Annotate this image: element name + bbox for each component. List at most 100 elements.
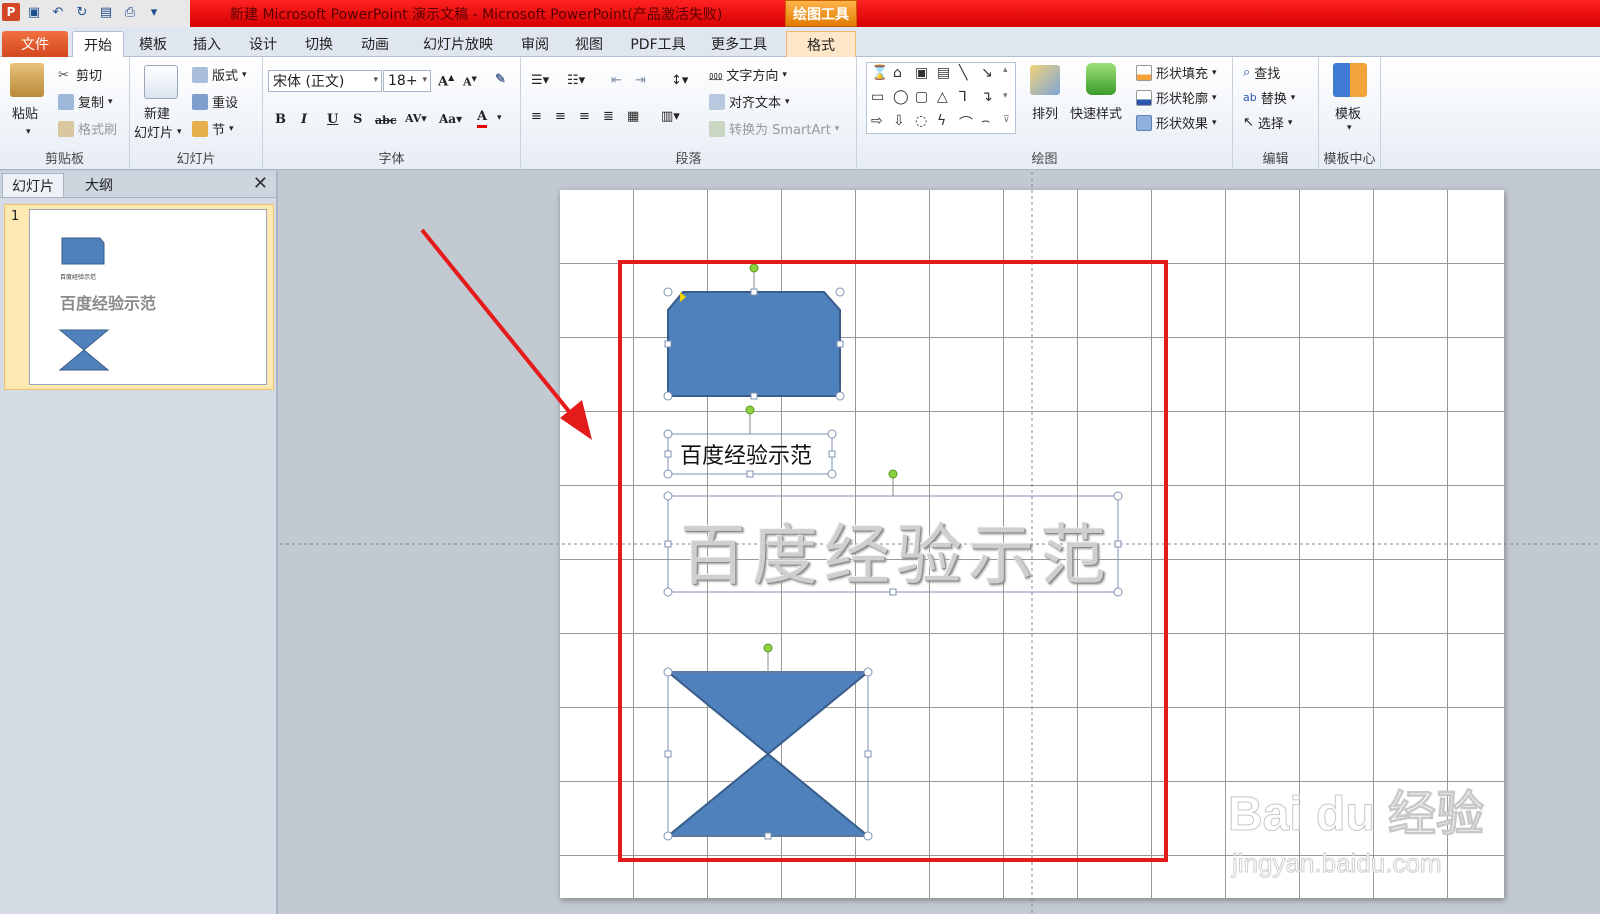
bullets-icon[interactable]: ☰▾ — [531, 73, 549, 88]
shape-oval-icon[interactable]: ◯ — [893, 89, 909, 105]
shape-rounded-rectangle-icon[interactable]: ▢ — [915, 89, 928, 105]
align-right-icon[interactable]: ≡ — [579, 109, 590, 124]
shape-lightning-icon[interactable]: ϟ — [937, 113, 946, 129]
tab-review[interactable]: 审阅 — [512, 31, 558, 57]
font-name-select[interactable]: 宋体 (正文) ▾ — [268, 70, 382, 92]
find-button[interactable]: ⌕ 查找 — [1243, 63, 1280, 82]
cut-button[interactable]: ✂ 剪切 — [58, 65, 102, 85]
new-slide-qat-icon[interactable]: ▤ — [96, 2, 116, 22]
template-dropdown-icon[interactable]: ▾ — [1347, 123, 1352, 133]
reset-button[interactable]: 重设 — [192, 92, 238, 111]
increase-indent-icon[interactable]: ⇥ — [635, 73, 646, 88]
save-icon[interactable]: ▣ — [24, 2, 44, 22]
shape-arc-icon[interactable]: ⌒ — [959, 113, 973, 133]
shapes-gallery[interactable]: ⌛ ⌂ ▣ ▤ ╲ ↘ ▭ ◯ ▢ △ ⅂ ↴ ⇨ ⇩ ◌ ϟ ⌒ ⌢ ▴ ▾ … — [866, 62, 1016, 134]
numbering-icon[interactable]: ☷▾ — [567, 73, 585, 88]
align-left-icon[interactable]: ≡ — [531, 109, 542, 124]
shape-line-icon[interactable]: ╲ — [959, 65, 967, 81]
arrange-button[interactable]: 排列 — [1032, 103, 1058, 122]
shape-elbow-arrow-icon[interactable]: ↴ — [981, 89, 993, 105]
new-slide-label-1[interactable]: 新建 — [144, 103, 170, 122]
shape-callout-icon[interactable]: ◌ — [915, 113, 927, 129]
gallery-scroll-down-icon[interactable]: ▾ — [1003, 91, 1008, 101]
quick-styles-button[interactable]: 快速样式 — [1070, 103, 1122, 122]
replace-button[interactable]: ab 替换 ▾ — [1243, 88, 1295, 107]
tab-home[interactable]: 开始 — [72, 31, 124, 57]
tab-insert[interactable]: 插入 — [184, 31, 230, 57]
change-case-icon[interactable]: Aa▾ — [439, 112, 462, 126]
section-button[interactable]: 节 ▾ — [192, 119, 234, 138]
tab-more-tools[interactable]: 更多工具 — [704, 31, 774, 57]
align-text-button[interactable]: 对齐文本 ▾ — [709, 92, 790, 111]
shape-rectangle-icon[interactable]: ▭ — [871, 89, 884, 105]
shape-down-arrow-icon[interactable]: ⇩ — [893, 113, 905, 129]
underline-icon[interactable]: U — [327, 112, 338, 127]
paste-icon[interactable] — [10, 63, 44, 97]
tab-outline[interactable]: 大纲 — [68, 173, 130, 197]
grow-font-icon[interactable]: A▲ — [438, 72, 454, 89]
font-color-dropdown-icon[interactable]: ▾ — [497, 113, 502, 123]
paste-button[interactable]: 粘贴 — [12, 103, 38, 122]
format-painter-button[interactable]: 格式刷 — [58, 119, 117, 138]
tab-template[interactable]: 模板 — [130, 31, 176, 57]
small-text-content[interactable]: 百度经验示范 — [680, 438, 812, 470]
new-slide-icon[interactable] — [144, 65, 178, 99]
align-center-icon[interactable]: ≡ — [555, 109, 566, 124]
copy-button[interactable]: 复制 ▾ — [58, 92, 113, 111]
font-color-icon[interactable]: A — [477, 109, 488, 128]
text-shadow-icon[interactable]: S — [353, 112, 362, 127]
customize-qat-icon[interactable]: ▾ — [144, 2, 164, 22]
template-button[interactable]: 模板 — [1335, 103, 1361, 122]
distribute-icon[interactable]: ▦ — [627, 109, 639, 124]
big-text-content[interactable]: 百度经验示范 — [680, 502, 1112, 598]
slide-thumbnail[interactable]: 百度经验示范 百度经验示范 — [29, 209, 267, 385]
shape-frame-icon[interactable]: ▤ — [937, 65, 950, 81]
redo-icon[interactable]: ↻ — [72, 2, 92, 22]
shrink-font-icon[interactable]: A▼ — [463, 74, 477, 89]
italic-icon[interactable]: I — [301, 112, 307, 127]
shape-rounded-rect-icon[interactable]: ⌂ — [893, 65, 902, 81]
justify-icon[interactable]: ≣ — [603, 109, 614, 124]
select-button[interactable]: ↖ 选择 ▾ — [1243, 113, 1292, 132]
shape-outline-button[interactable]: 形状轮廓 ▾ — [1136, 88, 1217, 107]
undo-icon[interactable]: ↶ — [48, 2, 68, 22]
shape-textbox-icon[interactable]: ⌛ — [871, 65, 888, 81]
shape-elbow-connector-icon[interactable]: ⅂ — [959, 89, 967, 105]
quick-styles-icon[interactable] — [1086, 63, 1116, 95]
powerpoint-logo-icon[interactable]: P — [2, 3, 20, 21]
convert-smartart-button[interactable]: 转换为 SmartArt ▾ — [709, 119, 839, 138]
new-slide-button[interactable]: 幻灯片 ▾ — [134, 122, 182, 141]
template-icon[interactable] — [1333, 63, 1367, 97]
tab-animations[interactable]: 动画 — [352, 31, 398, 57]
layout-button[interactable]: 版式 ▾ — [192, 65, 247, 84]
bold-icon[interactable]: B — [275, 112, 286, 127]
shape-picture-icon[interactable]: ▣ — [915, 65, 928, 81]
strikethrough-icon[interactable]: abc — [375, 114, 397, 127]
shape-right-arrow-icon[interactable]: ⇨ — [871, 113, 883, 129]
shape-triangle-icon[interactable]: △ — [937, 89, 948, 105]
tab-file[interactable]: 文件 — [2, 31, 68, 57]
gallery-scroll-up-icon[interactable]: ▴ — [1003, 65, 1008, 75]
tab-pdf-tools[interactable]: PDF工具 — [624, 31, 692, 57]
tab-view[interactable]: 视图 — [566, 31, 612, 57]
tab-slides-thumbnails[interactable]: 幻灯片 — [2, 173, 64, 197]
print-icon[interactable]: ⎙ — [120, 2, 140, 22]
columns-icon[interactable]: ▥▾ — [661, 109, 680, 124]
line-spacing-icon[interactable]: ↕▾ — [671, 73, 688, 88]
font-size-select[interactable]: 18+ ▾ — [383, 70, 431, 92]
tab-design[interactable]: 设计 — [240, 31, 286, 57]
clear-format-icon[interactable]: ✎ — [495, 72, 506, 87]
shape-fill-button[interactable]: 形状填充 ▾ — [1136, 63, 1217, 82]
paste-dropdown-icon[interactable]: ▾ — [26, 127, 31, 137]
tab-transitions[interactable]: 切换 — [296, 31, 342, 57]
shape-curve-icon[interactable]: ⌢ — [981, 113, 990, 129]
text-direction-button[interactable]: ⅏ 文字方向 ▾ — [709, 65, 787, 85]
shape-arrow-line-icon[interactable]: ↘ — [981, 65, 993, 81]
tab-slideshow[interactable]: 幻灯片放映 — [410, 31, 506, 57]
slide-thumbnail-row[interactable]: 1 百度经验示范 百度经验示范 — [4, 204, 274, 390]
shape-effects-button[interactable]: 形状效果 ▾ — [1136, 113, 1217, 132]
decrease-indent-icon[interactable]: ⇤ — [611, 73, 622, 88]
arrange-icon[interactable] — [1030, 65, 1060, 95]
close-pane-icon[interactable]: ✕ — [253, 173, 268, 194]
char-spacing-icon[interactable]: AV▾ — [405, 112, 427, 125]
